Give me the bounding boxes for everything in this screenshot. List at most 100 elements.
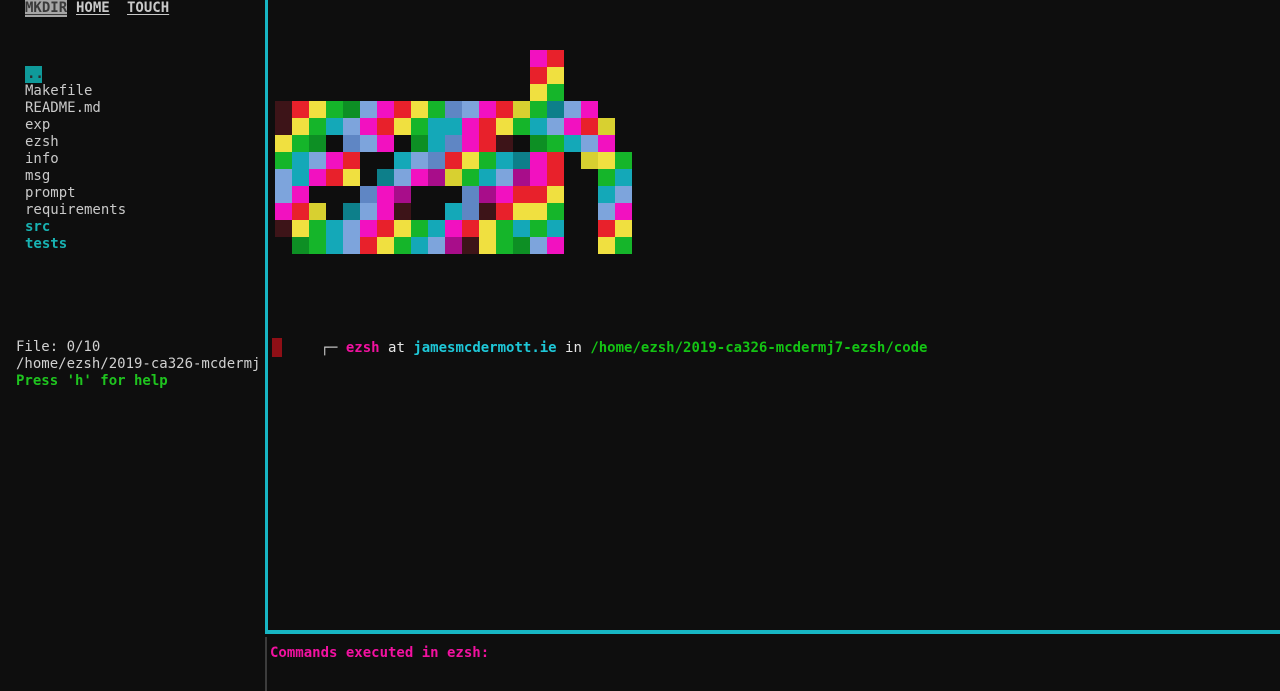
logo-cell (496, 203, 513, 220)
logo-cell (275, 67, 292, 84)
logo-cell (462, 169, 479, 186)
logo-cell (547, 67, 564, 84)
logo-cell (394, 135, 411, 152)
logo-cell (275, 169, 292, 186)
logo-cell (445, 152, 462, 169)
logo-cell (513, 101, 530, 118)
logo-cell (377, 84, 394, 101)
logo-cell (360, 152, 377, 169)
logo-cell (326, 101, 343, 118)
logo-cell (513, 50, 530, 67)
logo-cell (581, 203, 598, 220)
menu-item-home[interactable]: HOME (76, 0, 110, 17)
logo-cell (275, 101, 292, 118)
logo-cell (479, 220, 496, 237)
file-list-item[interactable]: prompt (25, 185, 255, 202)
prompt-user: ezsh (345, 340, 380, 356)
logo-cell (326, 118, 343, 135)
logo-cell (530, 169, 547, 186)
logo-cell (275, 220, 292, 237)
logo-cell (581, 135, 598, 152)
file-list-item[interactable]: info (25, 151, 255, 168)
logo-cell (343, 84, 360, 101)
terminal-main-pane[interactable]: ┌─ ezsh at jamesmcdermott.ie in /home/ez… (268, 0, 1280, 630)
logo-cell (547, 152, 564, 169)
file-list-item-parent-wrap: .. (25, 66, 255, 83)
logo-cell (598, 101, 615, 118)
file-list-item[interactable]: msg (25, 168, 255, 185)
logo-row (275, 152, 632, 169)
logo-cell (547, 135, 564, 152)
logo-cell (547, 169, 564, 186)
logo-cell (411, 101, 428, 118)
logo-row (275, 84, 632, 101)
logo-cell (360, 101, 377, 118)
logo-cell (462, 220, 479, 237)
file-list-item[interactable]: ezsh (25, 134, 255, 151)
logo-cell (547, 101, 564, 118)
logo-cell (615, 152, 632, 169)
file-list-item[interactable]: tests (25, 236, 255, 253)
logo-cell (513, 152, 530, 169)
logo-cell (377, 237, 394, 254)
logo-cell (309, 169, 326, 186)
logo-cell (496, 169, 513, 186)
logo-cell (479, 135, 496, 152)
logo-cell (496, 101, 513, 118)
logo-cell (360, 50, 377, 67)
logo-cell (598, 67, 615, 84)
logo-cell (598, 186, 615, 203)
logo-cell (428, 101, 445, 118)
logo-cell (496, 152, 513, 169)
file-list-item[interactable]: README.md (25, 100, 255, 117)
logo-cell (309, 152, 326, 169)
logo-row (275, 220, 632, 237)
logo-cell (462, 203, 479, 220)
logo-cell (462, 135, 479, 152)
logo-cell (275, 152, 292, 169)
logo-cell (343, 152, 360, 169)
logo-cell (462, 237, 479, 254)
logo-cell (411, 118, 428, 135)
logo-cell (564, 152, 581, 169)
logo-cell (598, 203, 615, 220)
logo-cell (513, 220, 530, 237)
logo-cell (377, 135, 394, 152)
logo-cell (377, 67, 394, 84)
logo-cell (292, 186, 309, 203)
logo-cell (428, 169, 445, 186)
help-hint: Press 'h' for help (16, 373, 168, 389)
logo-cell (292, 101, 309, 118)
logo-cell (462, 152, 479, 169)
logo-cell (479, 186, 496, 203)
logo-cell (309, 220, 326, 237)
logo-cell (581, 50, 598, 67)
logo-cell (615, 101, 632, 118)
logo-cell (496, 67, 513, 84)
menu-item-touch[interactable]: TOUCH (127, 0, 169, 17)
logo-cell (309, 67, 326, 84)
logo-cell (411, 135, 428, 152)
logo-cell (275, 50, 292, 67)
logo-cell (462, 67, 479, 84)
menu-item-mkdir[interactable]: MKDIR (25, 0, 68, 17)
vertical-divider-lower (265, 637, 267, 691)
logo-cell (411, 50, 428, 67)
logo-cell (598, 220, 615, 237)
logo-cell (411, 203, 428, 220)
file-list-item[interactable]: Makefile (25, 83, 255, 100)
file-list-item[interactable]: exp (25, 117, 255, 134)
logo-cell (343, 67, 360, 84)
logo-cell (343, 50, 360, 67)
logo-cell (377, 186, 394, 203)
logo-cell (445, 135, 462, 152)
file-list-item[interactable]: requirements (25, 202, 255, 219)
logo-row (275, 118, 632, 135)
file-list-item[interactable]: src (25, 219, 255, 236)
logo-cell (479, 118, 496, 135)
logo-cell (564, 169, 581, 186)
text-cursor[interactable] (272, 338, 282, 357)
logo-cell (513, 84, 530, 101)
logo-cell (326, 169, 343, 186)
file-list-item-parent[interactable]: .. (25, 66, 44, 83)
